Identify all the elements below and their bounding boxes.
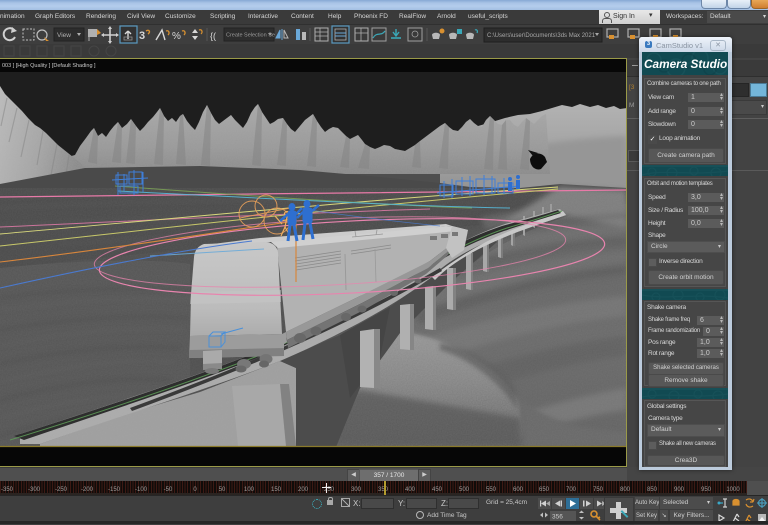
svg-text:3: 3 xyxy=(139,30,145,42)
svg-text:C:\Users\user\Documents\3ds Ma: C:\Users\user\Documents\3ds Max 2021 xyxy=(487,33,596,39)
svg-text:%: % xyxy=(172,31,181,42)
svg-text:Camera Studio: Camera Studio xyxy=(644,57,727,71)
svg-text:Create Selection Se: Create Selection Se xyxy=(226,33,275,39)
svg-text:View: View xyxy=(57,32,71,39)
svg-text:{(: {( xyxy=(210,31,216,41)
svg-text:356: 356 xyxy=(552,514,563,521)
svg-text:003 ] [High Quality ] [Default: 003 ] [High Quality ] [Default Shading ] xyxy=(2,63,96,69)
